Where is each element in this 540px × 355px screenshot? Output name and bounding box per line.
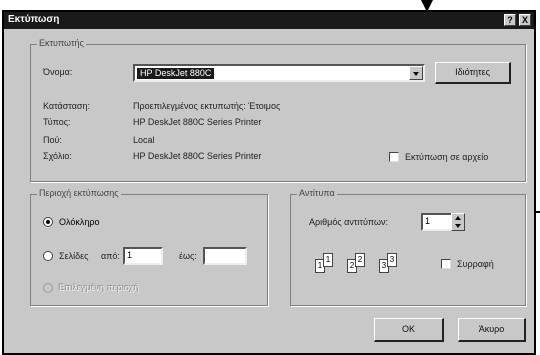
collate-page: 2 (355, 253, 365, 267)
range-from-label: από: (101, 251, 120, 261)
print-range-legend: Περιοχή εκτύπωσης (37, 188, 121, 198)
properties-button-label: Ιδιότητες (455, 67, 490, 77)
range-all-radio[interactable] (43, 217, 53, 227)
help-button[interactable]: ? (504, 14, 516, 26)
collate-checkbox[interactable] (441, 259, 451, 269)
spin-up-icon (455, 216, 461, 220)
range-selection-radio[interactable] (43, 283, 53, 293)
copies-legend: Αντίτυπα (297, 188, 337, 198)
type-value: HP DeskJet 880C Series Printer (133, 117, 262, 127)
range-to-input[interactable] (203, 247, 247, 265)
print-dialog: Εκτύπωση ? X Εκτυπωτής Όνομα: HP DeskJet… (2, 10, 536, 355)
range-all-label: Ολόκληρο (59, 217, 100, 227)
printer-name-label: Όνομα: (43, 67, 73, 77)
print-to-file-label: Εκτύπωση σε αρχείο (405, 152, 489, 162)
copies-group: Αντίτυπα Αριθμός αντιτύπων: 1 1 1 2 2 3 … (290, 188, 526, 306)
printer-legend: Εκτυπωτής (37, 38, 86, 48)
where-label: Πού: (43, 135, 62, 145)
collate-page: 1 (323, 253, 333, 267)
range-pages-radio[interactable] (43, 251, 53, 261)
printer-name-value: HP DeskJet 880C (137, 68, 215, 79)
collate-page: 3 (387, 253, 397, 267)
cancel-button-label: Άκυρο (478, 324, 505, 334)
ok-button[interactable]: OK (374, 318, 444, 342)
window-title: Εκτύπωση (8, 14, 60, 25)
range-from-input[interactable]: 1 (123, 247, 163, 265)
ok-button-label: OK (401, 324, 415, 334)
chevron-down-icon (413, 72, 419, 76)
spin-down-icon (455, 224, 461, 228)
dropdown-button[interactable] (409, 66, 423, 80)
range-pages-label: Σελίδες (59, 251, 89, 261)
collate-illustration: 1 1 2 2 3 3 (315, 251, 411, 281)
collate-label: Συρραφή (457, 259, 494, 269)
comment-value: HP DeskJet 880C Series Printer (133, 151, 262, 161)
range-to-label: έως: (179, 251, 197, 261)
print-to-file-checkbox[interactable] (389, 152, 399, 162)
print-range-group: Περιοχή εκτύπωσης Ολόκληρο Σελίδες από: … (30, 188, 268, 306)
copies-spinner[interactable] (451, 213, 465, 231)
properties-button[interactable]: Ιδιότητες (435, 62, 511, 84)
comment-label: Σχόλιο: (43, 151, 72, 161)
copies-number-label: Αριθμός αντιτύπων: (309, 217, 389, 227)
title-bar[interactable]: Εκτύπωση ? X (4, 12, 534, 29)
cancel-button[interactable]: Άκυρο (458, 318, 526, 342)
status-label: Κατάσταση: (43, 101, 90, 111)
printer-name-select[interactable]: HP DeskJet 880C (133, 64, 425, 82)
status-value: Προεπιλεγμένος εκτυπωτής: Έτοιμος (133, 101, 281, 111)
where-value: Local (133, 135, 155, 145)
range-selection-label: Επιλεγμένη περιοχή (59, 283, 140, 293)
close-button[interactable]: X (519, 14, 531, 26)
printer-group: Εκτυπωτής Όνομα: HP DeskJet 880C Ιδιότητ… (30, 38, 526, 182)
type-label: Τύπος: (43, 117, 71, 127)
